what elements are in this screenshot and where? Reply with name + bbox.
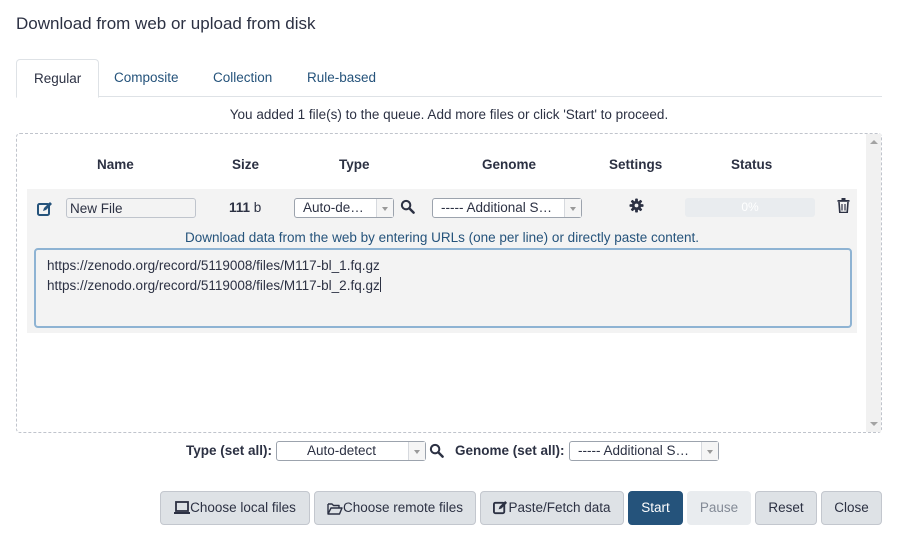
upload-progress-label: 0% [741,200,759,214]
choose-remote-files-label: Choose remote files [342,500,464,515]
genome-select[interactable]: ----- Additional S… [432,198,582,218]
url-paste-content: https://zenodo.org/record/5119008/files/… [47,258,380,293]
edit-icon[interactable] [37,201,53,217]
header-status: Status [731,157,773,172]
upload-queue-area[interactable]: Name Size Type Genome Settings Status 11… [16,133,882,433]
gear-icon[interactable] [629,198,645,214]
type-set-all-value: Auto-detect [307,443,377,458]
tab-rule-based[interactable]: Rule-based [290,59,393,97]
file-size: 111 b [229,200,261,215]
header-genome: Genome [482,157,537,172]
header-type: Type [339,157,370,172]
search-icon[interactable] [429,443,445,459]
laptop-icon [174,501,191,514]
text-caret [379,277,381,292]
tab-regular[interactable]: Regular [16,59,100,98]
upload-row: 111 b Auto-de… ----- Additional S… 0% [27,189,857,333]
reset-button[interactable]: Reset [755,491,817,525]
type-set-all-select[interactable]: Auto-detect [276,441,426,461]
type-set-all-label: Type (set all): [186,443,273,458]
search-icon[interactable] [400,199,416,215]
paste-fetch-data-button[interactable]: Paste/Fetch data [480,491,624,525]
file-name-input[interactable] [66,198,196,218]
trash-icon[interactable] [837,198,851,214]
start-button[interactable]: Start [628,491,683,525]
chevron-down-icon [408,442,425,460]
edit-icon [493,500,508,515]
header-size: Size [232,157,260,172]
close-button[interactable]: Close [821,491,882,525]
paste-hint: Download data from the web by entering U… [184,230,700,245]
upload-progress-bar: 0% [685,198,815,217]
chevron-down-icon [376,199,393,217]
file-size-unit: b [250,200,262,215]
queue-message: You added 1 file(s) to the queue. Add mo… [229,107,669,122]
header-name: Name [97,157,134,172]
tab-collection[interactable]: Collection [196,59,289,97]
choose-local-files-label: Choose local files [190,500,296,515]
choose-remote-files-button[interactable]: Choose remote files [314,491,476,525]
folder-open-icon [327,503,343,515]
choose-local-files-button[interactable]: Choose local files [160,491,310,525]
scroll-up-arrow-icon[interactable] [870,140,878,144]
tab-composite[interactable]: Composite [97,59,196,97]
paste-fetch-data-label: Paste/Fetch data [508,500,611,515]
url-paste-textarea[interactable]: https://zenodo.org/record/5119008/files/… [34,248,852,328]
genome-set-all-select[interactable]: ----- Additional S… [569,441,719,461]
scrollbar[interactable] [866,134,881,432]
scroll-down-arrow-icon[interactable] [870,422,878,426]
genome-set-all-value: ----- Additional S… [578,443,690,458]
chevron-down-icon [701,442,718,460]
chevron-down-icon [564,199,581,217]
file-size-value: 111 [229,200,251,215]
genome-select-value: ----- Additional S… [441,200,553,215]
dialog-title: Download from web or upload from disk [16,14,316,33]
pause-button[interactable]: Pause [687,491,751,525]
type-select[interactable]: Auto-de… [294,198,394,218]
type-select-value: Auto-de… [303,200,364,215]
tab-bar: Regular Composite Collection Rule-based [16,59,882,98]
header-settings: Settings [609,157,663,172]
genome-set-all-label: Genome (set all): [455,443,565,458]
